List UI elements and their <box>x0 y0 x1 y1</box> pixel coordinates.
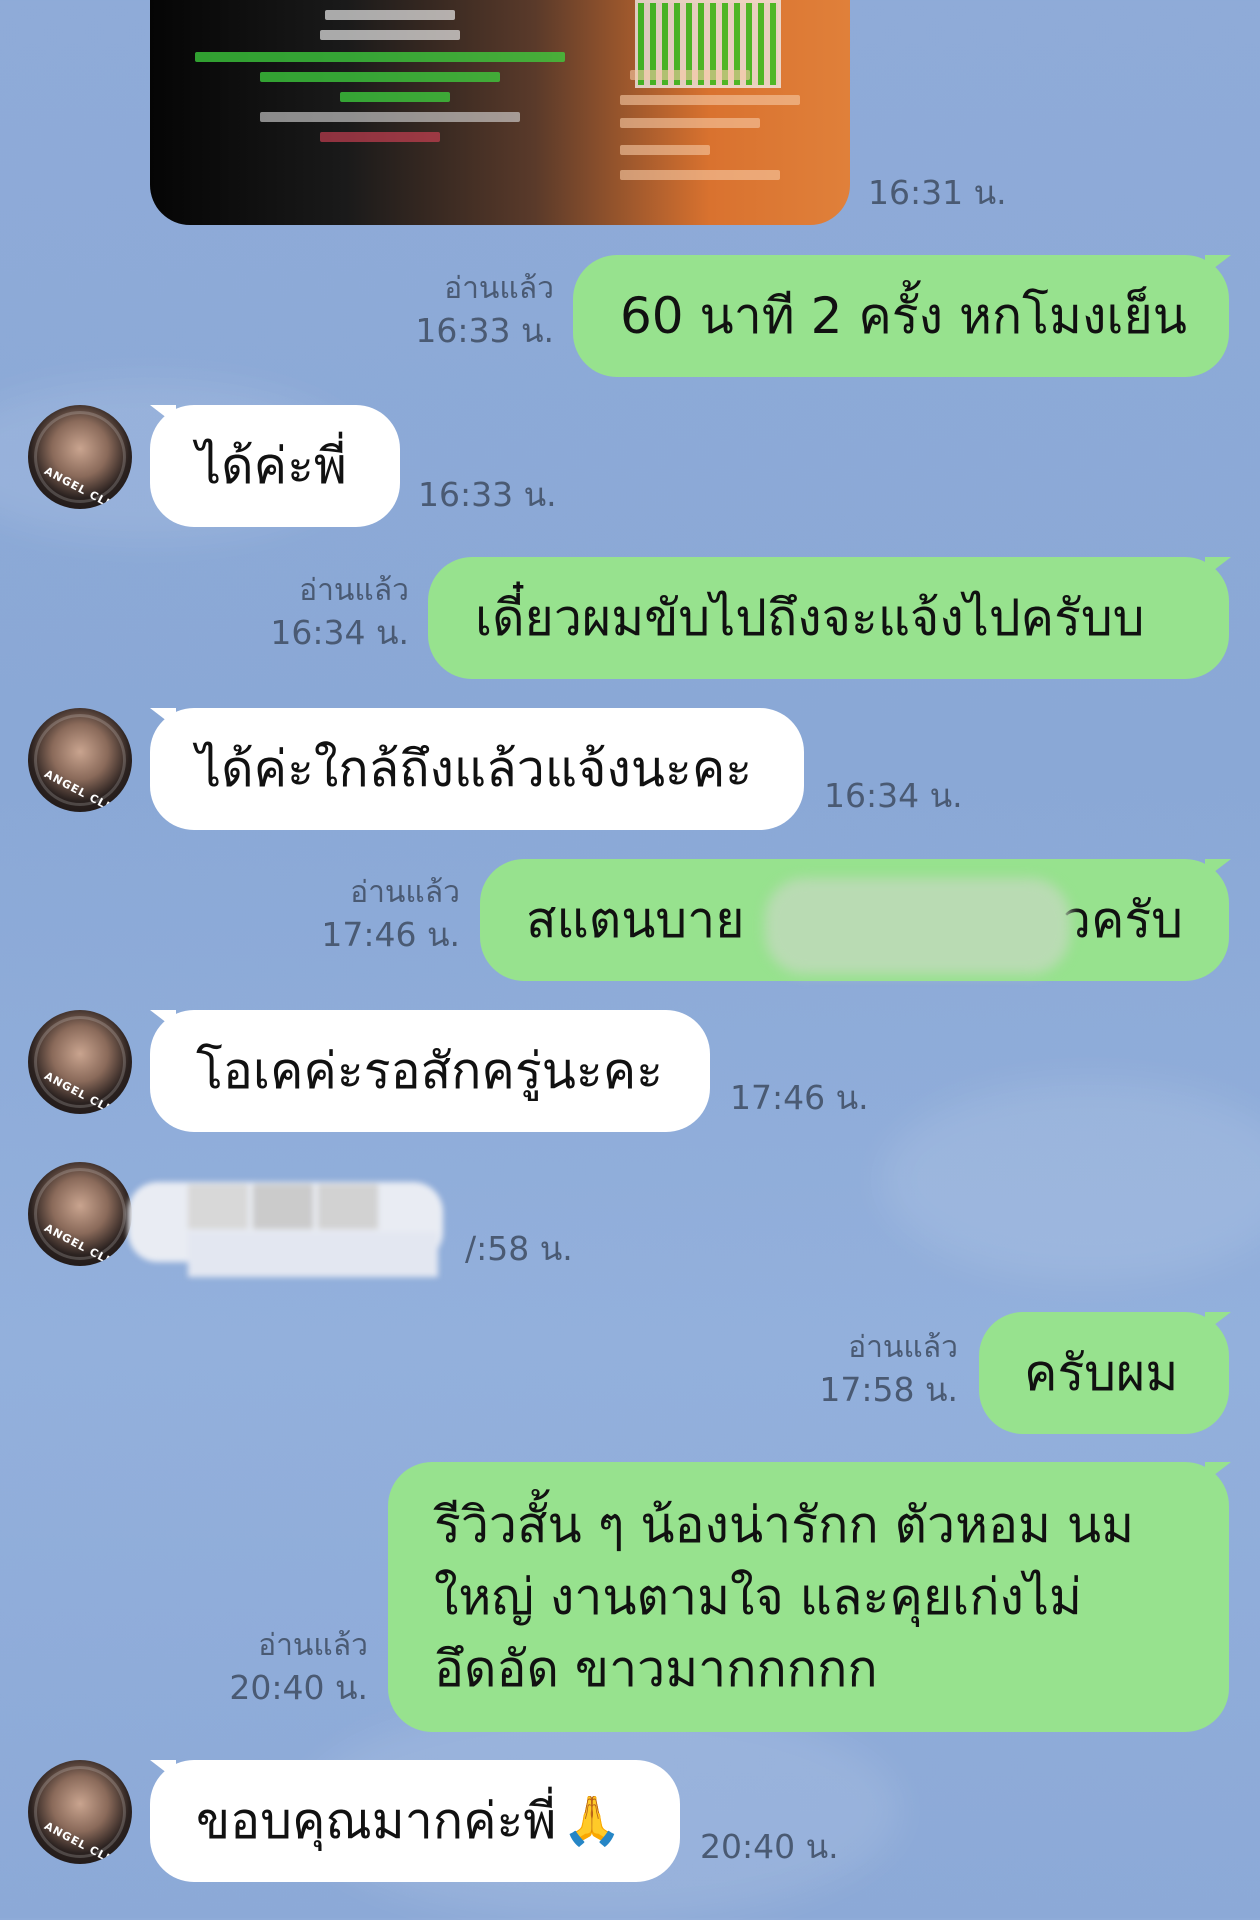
message-meta: อ่านแล้ว 17:58 น. <box>819 1327 958 1411</box>
message-text-start: สแตนบาย <box>526 891 745 949</box>
message-time: 16:33 น. <box>415 311 554 350</box>
contact-avatar[interactable]: ANGEL CLUB <box>28 708 132 812</box>
message-bubble-outgoing[interactable]: เดี๋ยวผมขับไปถึงจะแจ้งไปครับบ <box>428 557 1229 679</box>
message-meta: อ่านแล้ว 17:46 น. <box>321 872 460 956</box>
message-meta: อ่านแล้ว 16:34 น. <box>270 570 409 654</box>
message-line: รีวิวสั้น ๆ น้องน่ารักก ตัวหอม นม <box>434 1496 1135 1554</box>
message-bubble-incoming[interactable]: ได้ค่ะพี่ <box>150 405 400 527</box>
message-bubble-outgoing[interactable]: ครับผม <box>979 1312 1229 1434</box>
bubble-tail <box>1205 255 1231 275</box>
message-text: ได้ค่ะพี่ <box>196 437 347 495</box>
redaction-blur <box>765 878 1070 974</box>
message-time: 20:40 น. <box>700 1827 839 1866</box>
read-receipt: อ่านแล้ว <box>848 1330 958 1365</box>
message-bubble-incoming[interactable]: โอเคค่ะรอสักครู่นะคะ <box>150 1010 710 1132</box>
message-meta: อ่านแล้ว 16:33 น. <box>415 268 554 352</box>
message-text: โอเคค่ะรอสักครู่นะคะ <box>196 1042 664 1100</box>
message-time: 20:40 น. <box>229 1668 368 1707</box>
read-receipt: อ่านแล้ว <box>258 1628 368 1663</box>
message-bubble-incoming[interactable]: ได้ค่ะใกล้ถึงแล้วแจ้งนะคะ <box>150 708 804 830</box>
read-receipt: อ่านแล้ว <box>350 875 460 910</box>
message-line: ใหญ่ งานตามใจ และคุยเก่งไม่ <box>434 1568 1082 1626</box>
message-bubble-outgoing[interactable]: 60 นาที 2 ครั้ง หกโมงเย็น <box>573 255 1229 377</box>
read-receipt: อ่านแล้ว <box>444 271 554 306</box>
message-time: 17:46 น. <box>321 915 460 954</box>
message-text: ได้ค่ะใกล้ถึงแล้วแจ้งนะคะ <box>196 740 753 798</box>
read-receipt: อ่านแล้ว <box>299 573 409 608</box>
message-bubble-incoming[interactable]: ขอบคุณมากค่ะพี่ 🙏 <box>150 1760 680 1882</box>
shared-image[interactable] <box>150 0 850 225</box>
contact-avatar[interactable]: ANGEL CLUB <box>28 405 132 509</box>
message-text: เดี๋ยวผมขับไปถึงจะแจ้งไปครับบ <box>475 589 1145 647</box>
bubble-tail <box>1205 1462 1231 1482</box>
background-cloud <box>880 1080 1260 1280</box>
contact-avatar[interactable]: ANGEL CLUB <box>28 1760 132 1864</box>
message-time: /:58 น. <box>465 1229 573 1268</box>
bubble-tail <box>1205 557 1231 577</box>
message-line: อึดอัด ขาวมากกกกก <box>434 1640 878 1698</box>
message-text: ขอบคุณมากค่ะพี่ <box>196 1792 557 1850</box>
message-time: 17:58 น. <box>819 1370 958 1409</box>
message-time: 16:33 น. <box>418 475 557 514</box>
message-bubble-outgoing[interactable]: รีวิวสั้น ๆ น้องน่ารักก ตัวหอม นม ใหญ่ ง… <box>388 1462 1229 1732</box>
contact-avatar[interactable]: ANGEL CLUB <box>28 1010 132 1114</box>
message-meta: อ่านแล้ว 20:40 น. <box>229 1625 368 1709</box>
contact-avatar[interactable]: ANGEL CLUB <box>28 1162 132 1266</box>
folded-hands-emoji-icon: 🙏 <box>562 1793 623 1849</box>
message-text: 60 นาที 2 ครั้ง หกโมงเย็น <box>620 287 1187 345</box>
message-time: 16:31 น. <box>868 173 1007 212</box>
message-text-end: วครับ <box>1062 891 1183 949</box>
message-text: ครับผม <box>1024 1344 1179 1402</box>
message-time: 17:46 น. <box>730 1078 869 1117</box>
bubble-tail <box>1205 1312 1231 1332</box>
message-time: 16:34 น. <box>824 776 963 815</box>
blurred-message[interactable] <box>128 1162 443 1284</box>
message-time: 16:34 น. <box>270 613 409 652</box>
bubble-tail <box>1205 859 1231 879</box>
